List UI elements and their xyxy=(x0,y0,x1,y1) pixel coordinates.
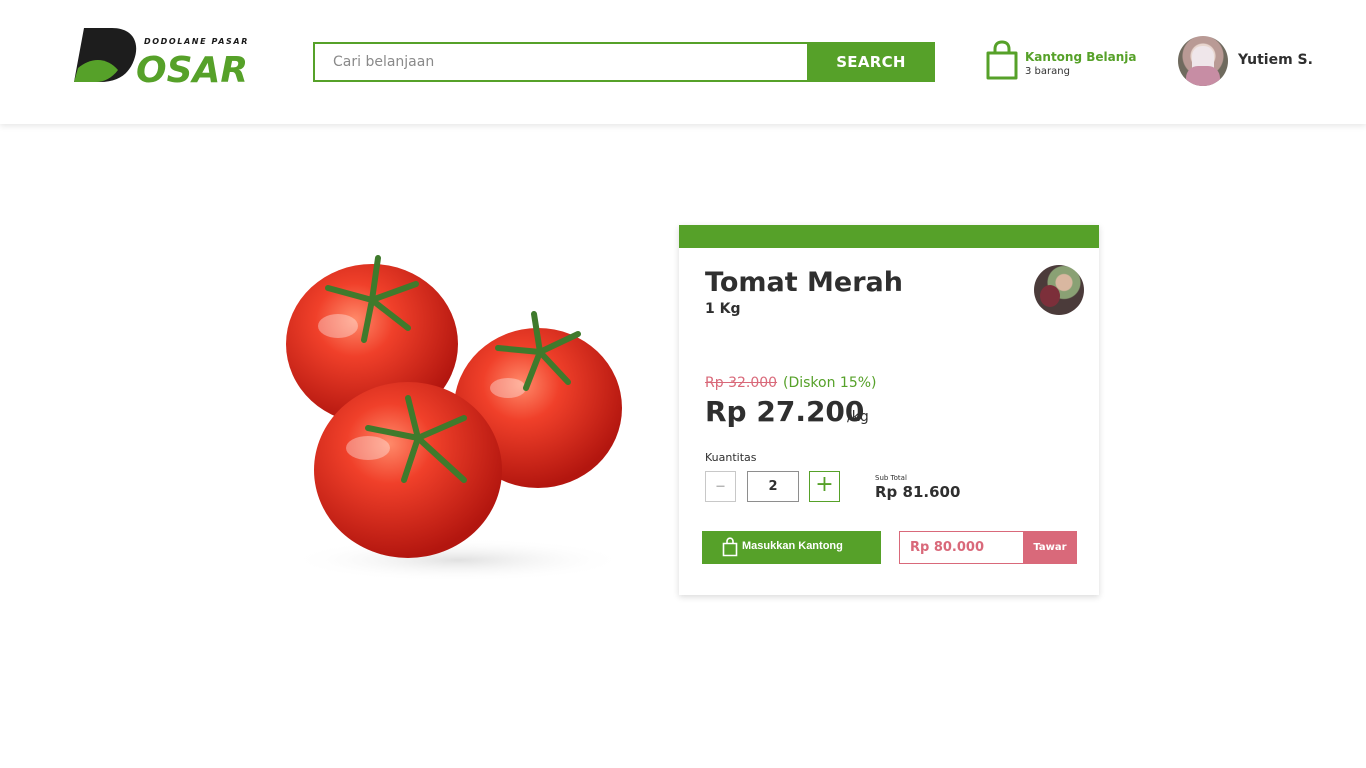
shopping-bag-icon xyxy=(986,40,1018,80)
quantity-label: Kuantitas xyxy=(705,451,757,464)
card-accent-bar xyxy=(679,225,1099,248)
header: OSAR DODOLANE PASAR SEARCH Kantong Belan… xyxy=(0,0,1366,124)
quantity-decrease-button[interactable]: – xyxy=(705,471,736,502)
tomato-image xyxy=(286,255,628,582)
cart-button[interactable]: Kantong Belanja 3 barang xyxy=(985,40,1137,84)
subtotal-value: Rp 81.600 xyxy=(875,483,961,501)
search-bar: SEARCH xyxy=(313,42,935,82)
shopping-bag-icon xyxy=(722,537,738,557)
seller-avatar-detail xyxy=(1040,285,1060,307)
product-card: Tomat Merah 1 Kg Rp 32.000 (Diskon 15%) … xyxy=(679,225,1099,595)
offer-group: Tawar xyxy=(899,531,1077,564)
user-menu[interactable]: Yutiem S. xyxy=(1178,36,1328,86)
price-unit: /kg xyxy=(847,409,869,425)
search-input[interactable] xyxy=(313,42,807,82)
add-to-cart-button[interactable]: Masukkan Kantong xyxy=(702,531,881,564)
price: Rp 27.200 xyxy=(705,395,865,428)
logo-mark-icon: OSAR xyxy=(74,28,248,86)
svg-text:OSAR: OSAR xyxy=(136,50,248,86)
search-button[interactable]: SEARCH xyxy=(807,42,935,82)
product-unit: 1 Kg xyxy=(705,301,741,317)
logo-tagline: DODOLANE PASAR xyxy=(144,37,249,46)
subtotal-label: Sub Total xyxy=(875,474,907,482)
cart-count: 3 barang xyxy=(1025,66,1070,77)
add-to-cart-label: Masukkan Kantong xyxy=(742,540,843,552)
dosar-logo[interactable]: OSAR DODOLANE PASAR xyxy=(74,24,264,86)
offer-input[interactable] xyxy=(899,531,1024,564)
discount-label: (Diskon 15%) xyxy=(783,375,877,391)
quantity-input[interactable] xyxy=(747,471,799,502)
cart-title: Kantong Belanja xyxy=(1025,50,1137,64)
old-price: Rp 32.000 xyxy=(705,375,778,391)
product-name: Tomat Merah xyxy=(705,267,903,298)
avatar xyxy=(1178,36,1228,86)
quantity-increase-button[interactable]: + xyxy=(809,471,840,502)
avatar-scarf xyxy=(1186,66,1220,86)
seller-avatar[interactable] xyxy=(1034,265,1084,315)
user-name: Yutiem S. xyxy=(1238,52,1313,68)
offer-button[interactable]: Tawar xyxy=(1023,531,1077,564)
